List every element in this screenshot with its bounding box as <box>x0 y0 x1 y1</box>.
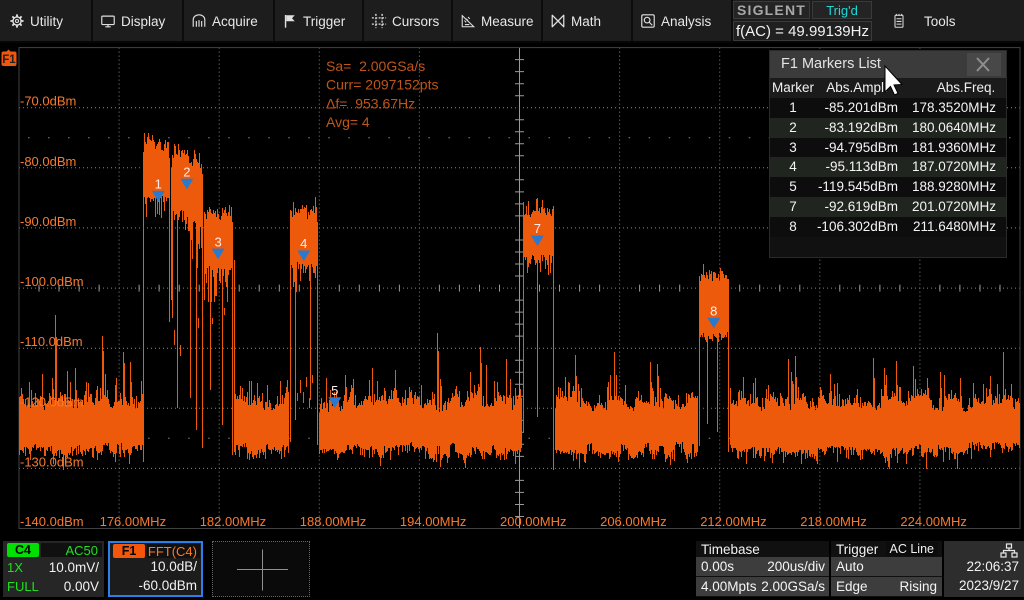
svg-text:194.00MHz: 194.00MHz <box>400 514 466 529</box>
svg-text:-100.0dBm: -100.0dBm <box>20 274 84 289</box>
svg-text:8: 8 <box>710 303 717 318</box>
svg-text:206.00MHz: 206.00MHz <box>600 514 666 529</box>
svg-text:-70.0dBm: -70.0dBm <box>20 94 76 109</box>
svg-text:-80.0dBm: -80.0dBm <box>20 154 76 169</box>
svg-text:176.00MHz: 176.00MHz <box>100 514 166 529</box>
svg-text:-140.0dBm: -140.0dBm <box>20 514 84 529</box>
svg-text:F1: F1 <box>2 54 16 66</box>
svg-text:200.00MHz: 200.00MHz <box>500 514 566 529</box>
svg-text:Avg= 4: Avg= 4 <box>326 114 370 130</box>
svg-text:218.00MHz: 218.00MHz <box>800 514 866 529</box>
svg-text:Sa= 2.00GSa/s: Sa= 2.00GSa/s <box>326 58 425 74</box>
svg-text:212.00MHz: 212.00MHz <box>700 514 766 529</box>
svg-text:182.00MHz: 182.00MHz <box>200 514 266 529</box>
svg-text:Δf= 953.67Hz: Δf= 953.67Hz <box>326 95 415 111</box>
svg-text:4: 4 <box>300 236 307 251</box>
svg-text:-90.0dBm: -90.0dBm <box>20 214 76 229</box>
svg-text:2: 2 <box>183 165 190 180</box>
svg-text:188.00MHz: 188.00MHz <box>300 514 366 529</box>
svg-text:-120.0dBm: -120.0dBm <box>20 394 84 409</box>
svg-text:-130.0dBm: -130.0dBm <box>20 454 84 469</box>
svg-text:Curr= 2097152pts: Curr= 2097152pts <box>326 77 438 93</box>
svg-text:5: 5 <box>331 383 338 398</box>
svg-text:3: 3 <box>214 234 221 249</box>
svg-text:1: 1 <box>155 177 162 192</box>
svg-text:-110.0dBm: -110.0dBm <box>20 334 83 349</box>
svg-text:7: 7 <box>534 221 541 236</box>
svg-text:224.00MHz: 224.00MHz <box>900 514 966 529</box>
